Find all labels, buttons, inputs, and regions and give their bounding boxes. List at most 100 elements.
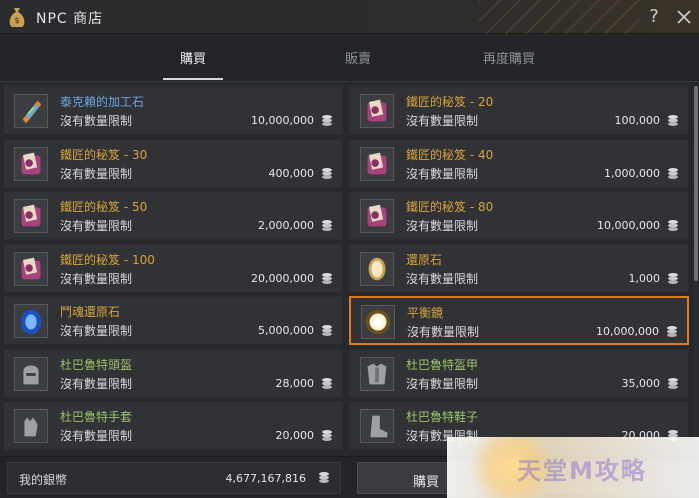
shop-item[interactable]: 鐵匠的秘笈 - 100 沒有數量限制 20,000,000 [3, 243, 343, 293]
item-price: 10,000,000 [597, 219, 660, 232]
item-price: 10,000,000 [251, 114, 314, 127]
silver-coin-icon [321, 428, 333, 442]
silver-coin-icon [321, 113, 333, 127]
shop-item[interactable]: 泰克賴的加工石 沒有數量限制 10,000,000 [3, 86, 343, 135]
item-limit: 沒有數量限制 [60, 219, 133, 233]
gloves-icon [14, 409, 48, 443]
item-limit: 沒有數量限制 [406, 166, 479, 181]
title-bar[interactable]: $ NPC 商店 ? [0, 0, 699, 34]
item-price: 35,000 [621, 376, 661, 390]
shop-item[interactable]: 杜巴魯特頭盔 沒有數量限制 28,000 [3, 348, 343, 398]
item-name: 鐵匠的秘笈 - 30 [60, 147, 148, 162]
item-name: 杜巴魯特盔甲 [406, 357, 479, 372]
shop-item[interactable]: 還原石沒有數量限制 1,000 [349, 243, 689, 293]
silver-coin-icon [667, 166, 679, 180]
restore-stone-icon [360, 251, 394, 286]
item-name: 還原石 [406, 252, 443, 267]
mirror-icon [361, 305, 395, 339]
item-name: 杜巴魯特頭盔 [60, 357, 133, 372]
shop-item[interactable]: 鐵匠的秘笈 - 50 沒有數量限制 2,000,000 [3, 191, 343, 240]
watermark: 天堂M攻略 [447, 437, 699, 498]
scroll-icon [360, 199, 394, 233]
item-price: 1,000 [628, 271, 661, 285]
item-limit: 沒有數量限制 [60, 429, 133, 443]
silver-coin-icon [321, 271, 333, 285]
item-limit: 沒有數量限制 [406, 376, 479, 391]
item-price: 28,000 [275, 376, 315, 390]
item-limit: 沒有數量限制 [407, 325, 480, 339]
item-limit: 沒有數量限制 [60, 166, 133, 181]
item-limit: 沒有數量限制 [60, 376, 133, 391]
close-icon[interactable] [674, 5, 694, 29]
wallet-label: 我的銀幣 [19, 473, 68, 487]
silver-coin-icon [321, 218, 333, 232]
silver-coin-icon [321, 166, 333, 180]
shop-item[interactable]: 鐵匠的秘笈 - 30 沒有數量限制 400,000 [3, 138, 343, 188]
scroll-icon [14, 251, 48, 286]
svg-text:$: $ [14, 16, 19, 25]
shop-item[interactable]: 鐵匠的秘笈 - 20 沒有數量限制 100,000 [349, 86, 689, 135]
item-limit: 沒有數量限制 [60, 324, 133, 338]
scrollbar-thumb[interactable] [694, 86, 698, 281]
item-name: 鐵匠的秘笈 - 40 [406, 147, 494, 162]
tab-sell[interactable]: 販賣 [318, 48, 398, 67]
item-name: 平衡鏡 [407, 306, 444, 320]
help-button[interactable]: ? [644, 5, 664, 29]
crystal-icon [14, 94, 48, 128]
item-name: 鐵匠的秘笈 - 50 [60, 200, 148, 214]
scroll-icon [14, 146, 48, 181]
silver-coin-icon [321, 376, 333, 390]
shop-item[interactable]: 平衡鏡 沒有數量限制 10,000,000 [349, 296, 689, 345]
spirit-stone-icon [14, 304, 48, 338]
shop-item[interactable]: 鐵匠的秘笈 - 40 沒有數量限制 1,000,000 [349, 138, 689, 188]
tab-bar: 購買 販賣 再度購買 [0, 34, 699, 82]
item-list[interactable]: 泰克賴的加工石 沒有數量限制 10,000,000 鐵匠的秘笈 - 20 沒有數量限制 1… [3, 86, 693, 454]
item-name: 鐵匠的秘笈 - 80 [406, 200, 494, 214]
silver-coin-icon [666, 324, 678, 338]
scroll-icon [360, 146, 394, 181]
item-name: 鬥魂還原石 [60, 305, 121, 319]
title-decoration [479, 0, 639, 34]
tab-buyback[interactable]: 再度購買 [469, 48, 549, 67]
silver-coin-icon [321, 323, 333, 337]
scroll-icon [14, 199, 48, 233]
shop-item[interactable]: 鐵匠的秘笈 - 80 沒有數量限制 10,000,000 [349, 191, 689, 240]
item-limit: 沒有數量限制 [406, 114, 479, 128]
wallet-value: 4,677,167,816 [225, 472, 306, 485]
silver-coin-icon [667, 271, 679, 285]
shop-item[interactable]: 杜巴魯特盔甲 沒有數量限制 35,000 [349, 348, 689, 398]
item-price: 5,000,000 [258, 324, 314, 337]
item-price: 400,000 [268, 166, 315, 180]
buy-button-label: 購買 [413, 475, 440, 490]
shop-item[interactable]: 鬥魂還原石沒有數量限制 5,000,000 [3, 296, 343, 345]
item-price: 100,000 [614, 114, 661, 127]
item-name: 泰克賴的加工石 [60, 95, 145, 109]
boots-icon [360, 409, 394, 443]
item-limit: 沒有數量限制 [60, 114, 133, 128]
silver-coin-icon [667, 218, 679, 232]
item-name: 鐵匠的秘笈 - 100 [60, 252, 155, 267]
item-limit: 沒有數量限制 [406, 271, 479, 286]
active-tab-indicator [163, 78, 223, 80]
silver-coin-icon [667, 113, 679, 127]
item-name: 杜巴魯特鞋子 [406, 410, 479, 424]
shop-item[interactable]: 杜巴魯特手套 沒有數量限制 20,000 [3, 401, 343, 450]
item-limit: 沒有數量限制 [406, 219, 479, 233]
window-title: NPC 商店 [36, 11, 104, 27]
npc-shop-window: $ NPC 商店 ? 購買 販賣 再度購買 泰克賴的加工石 沒有數量限制 10,00… [0, 0, 699, 498]
item-name: 杜巴魯特手套 [60, 410, 133, 424]
scroll-icon [360, 94, 394, 128]
item-price: 20,000 [275, 429, 315, 442]
item-price: 2,000,000 [258, 219, 314, 232]
money-bag-icon: $ [9, 8, 25, 27]
item-limit: 沒有數量限制 [60, 271, 133, 286]
armor-icon [360, 356, 394, 391]
silver-coin-icon [667, 376, 679, 390]
item-price: 20,000,000 [251, 271, 314, 285]
item-price: 1,000,000 [604, 166, 660, 180]
item-name: 鐵匠的秘笈 - 20 [406, 95, 494, 109]
wallet-panel: 我的銀幣 4,677,167,816 [7, 462, 341, 494]
tab-buy[interactable]: 購買 [153, 48, 233, 67]
watermark-text: 天堂M攻略 [517, 457, 647, 485]
helmet-icon [14, 356, 48, 391]
